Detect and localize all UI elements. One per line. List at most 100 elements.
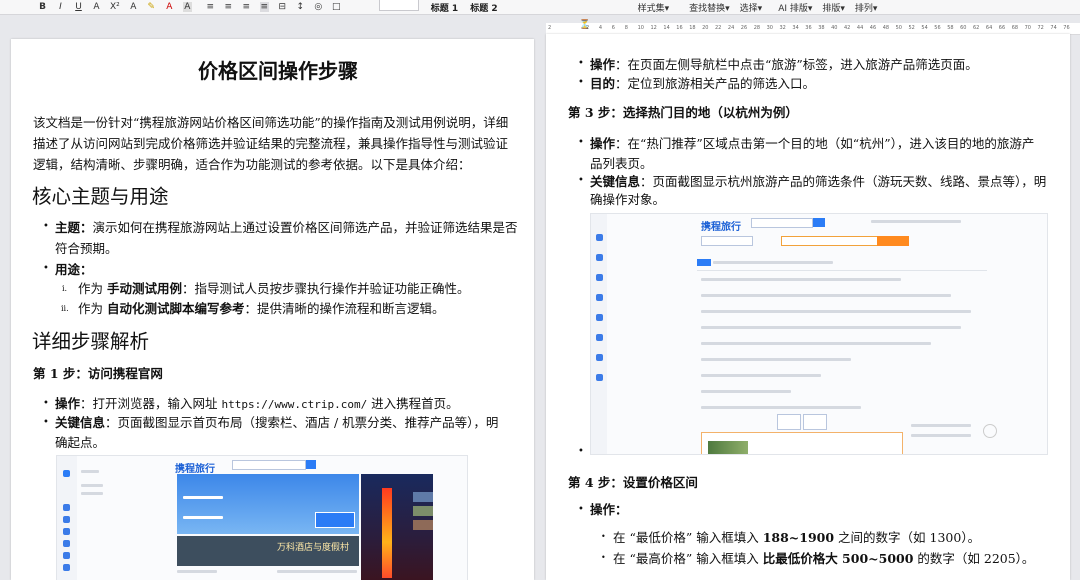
- ruler-tick: 20: [702, 25, 709, 31]
- ruler-tick: 26: [740, 25, 748, 31]
- char-shading-button[interactable]: A: [182, 2, 192, 12]
- max-price-instruction: 在 “最高价格” 输入框填入 比最低价格大 500~5000 的数字（如 220…: [613, 548, 1034, 569]
- bullet-icon: •: [601, 553, 606, 562]
- ruler-tick: 74: [1050, 25, 1057, 31]
- step-2-goal: 目的：定位到旅游相关产品的筛选入口。: [590, 73, 815, 94]
- layout-menu[interactable]: 排版▾: [822, 1, 845, 14]
- select-menu[interactable]: 选择▾: [740, 1, 763, 14]
- style-normal-box[interactable]: [378, 0, 419, 11]
- superscript-button[interactable]: X²: [110, 2, 120, 12]
- op-text: ：在页面左侧导航栏中点击“旅游”标签，进入旅游产品筛选页面。: [615, 57, 978, 72]
- ruler-tick: 8: [624, 25, 628, 31]
- use-item-1: 作为 手动测试用例：指导测试人员按步骤执行操作并验证功能正确性。: [78, 278, 470, 299]
- text-effect-button[interactable]: A: [129, 2, 138, 12]
- ruler-tick: 28: [753, 25, 761, 31]
- use-item-number: ii.: [61, 304, 69, 313]
- op3-text: ：在“热门推荐”区域点击第一个目的地（如“杭州”），进入该目的地的旅游产: [615, 136, 1035, 151]
- document-page-right[interactable]: • 操作：在页面左侧导航栏中点击“旅游”标签，进入旅游产品筛选页面。 • 目的：…: [546, 34, 1070, 580]
- step-4-operation-label: 操作：: [590, 502, 628, 517]
- ruler-tick: 34: [792, 25, 799, 31]
- style-set-menu[interactable]: 样式集▾: [638, 1, 670, 14]
- paragraph-toolbar: ≡ ≡ ≡ ≡ ⊟ ↕ ◎ □: [192, 2, 341, 12]
- use-item-post: ：提供清晰的操作流程和断言逻辑。: [244, 301, 445, 316]
- ruler-tick: 18: [689, 25, 696, 31]
- use-label: 用途：: [55, 262, 93, 277]
- min-bold: 188~1900: [762, 530, 835, 545]
- max-bold: 比最低价格大 500~5000: [762, 551, 914, 566]
- screenshot-max-price-field: [803, 414, 827, 430]
- ruler-tick: 76: [1063, 25, 1070, 31]
- justify-icon[interactable]: ≡: [259, 2, 269, 12]
- ruler-tick: 2: [586, 25, 590, 31]
- style-heading-1[interactable]: 标题 1: [431, 1, 458, 14]
- key-label: 关键信息: [55, 415, 106, 430]
- ruler-tick: 32: [779, 25, 786, 31]
- use-item-post: ：指导测试人员按步骤执行操作并验证功能正确性。: [182, 281, 470, 296]
- bold-button[interactable]: B: [38, 2, 47, 12]
- italic-button[interactable]: I: [56, 2, 65, 12]
- bullet-icon: •: [578, 175, 584, 186]
- op-label: 操作: [590, 57, 616, 72]
- step-1-heading: 第 1 步：访问携程官网: [33, 366, 163, 381]
- screenshot-destination-input: [701, 236, 753, 246]
- line-spacing-icon[interactable]: ↕: [296, 2, 305, 12]
- strikethrough-button[interactable]: A: [92, 2, 101, 12]
- ruler-tick: 14: [663, 25, 670, 31]
- highlight-icon[interactable]: ✎: [147, 2, 156, 12]
- ruler-tick: 4: [598, 25, 603, 31]
- underline-button[interactable]: U: [74, 2, 83, 12]
- document-page-left[interactable]: 价格区间操作步骤 该文档是一份针对“携程旅游网站价格区间筛选功能”的操作指南及测…: [11, 39, 534, 580]
- style-gallery: 标题 1 标题 2: [378, 0, 498, 14]
- bullet-icon: •: [578, 504, 584, 515]
- product-card: [701, 432, 903, 454]
- theme-text: 演示如何在携程旅游网站上通过设置价格区间筛选产品，并验证筛选结果是否: [92, 220, 518, 235]
- ruler-tick: 30: [766, 25, 773, 31]
- ruler-tick: 24: [727, 25, 735, 31]
- screenshot-sidebar: [57, 456, 77, 580]
- ruler-tick: 66: [998, 25, 1006, 31]
- theme-label: 主题：: [55, 220, 93, 235]
- ruler-tick: 56: [934, 25, 941, 31]
- bullet-icon: •: [578, 58, 584, 69]
- ctrip-url-link[interactable]: https://www.ctrip.com/: [222, 398, 368, 411]
- find-replace-menu[interactable]: 查找替换▾: [689, 1, 730, 14]
- use-item-bold: 手动测试用例: [106, 281, 182, 296]
- border-icon[interactable]: □: [332, 2, 341, 12]
- ruler-tick: 64: [985, 25, 993, 31]
- hangzhou-products-screenshot: 携程旅行: [590, 213, 1048, 455]
- step-4-heading: 第 4 步：设置价格区间: [568, 475, 698, 490]
- ruler-tick: 62: [973, 25, 980, 31]
- ruler-tick: 42: [844, 25, 851, 31]
- key-text: ：页面截图显示首页布局（搜索栏、酒店 / 机票分类、推荐产品等），明: [105, 415, 499, 430]
- ai-layout-menu[interactable]: AI 排版▾: [778, 1, 812, 14]
- screenshot-keyword-input: [781, 236, 879, 246]
- style-heading-2[interactable]: 标题 2: [470, 1, 497, 14]
- distributed-icon[interactable]: ⊟: [278, 2, 287, 12]
- ruler-tick: 12: [650, 25, 657, 31]
- step-1-key-info: 关键信息：页面截图显示首页布局（搜索栏、酒店 / 机票分类、推荐产品等），明: [55, 412, 498, 433]
- ruler-tick: 72: [1037, 25, 1044, 31]
- bullet-icon: •: [601, 532, 606, 541]
- align-center-icon[interactable]: ≡: [224, 2, 233, 12]
- ruler-tick: 22: [715, 25, 722, 31]
- ruler-tick: 70: [1024, 25, 1031, 31]
- arrange-menu[interactable]: 排列▾: [855, 1, 878, 14]
- bullet-icon: •: [43, 417, 49, 428]
- pagoda-tower: [382, 488, 392, 578]
- step-3-key-info-cont: 确操作对象。: [590, 192, 666, 207]
- ruler-tick: 52: [908, 25, 915, 31]
- max-post: 的数字（如 2205）。: [913, 551, 1035, 566]
- key3-text: ：页面截图显示杭州旅游产品的筛选条件（游玩天数、线路、景点等），明: [640, 174, 1047, 189]
- min-post: 之间的数字（如 1300）。: [834, 530, 981, 545]
- bullet-icon: •: [578, 446, 584, 457]
- op-label: 操作: [590, 136, 616, 151]
- align-right-icon[interactable]: ≡: [242, 2, 251, 12]
- banner-text: 万科酒店与度假村: [276, 543, 349, 553]
- shading-icon[interactable]: ◎: [314, 2, 323, 12]
- align-left-icon[interactable]: ≡: [206, 2, 215, 12]
- ruler-tick: 46: [869, 25, 877, 31]
- font-color-button[interactable]: A: [165, 2, 174, 12]
- screenshot-search-box: [751, 218, 813, 228]
- op-post: 进入携程首页。: [367, 396, 459, 411]
- step-3-heading: 第 3 步：选择热门目的地（以杭州为例）: [568, 105, 798, 120]
